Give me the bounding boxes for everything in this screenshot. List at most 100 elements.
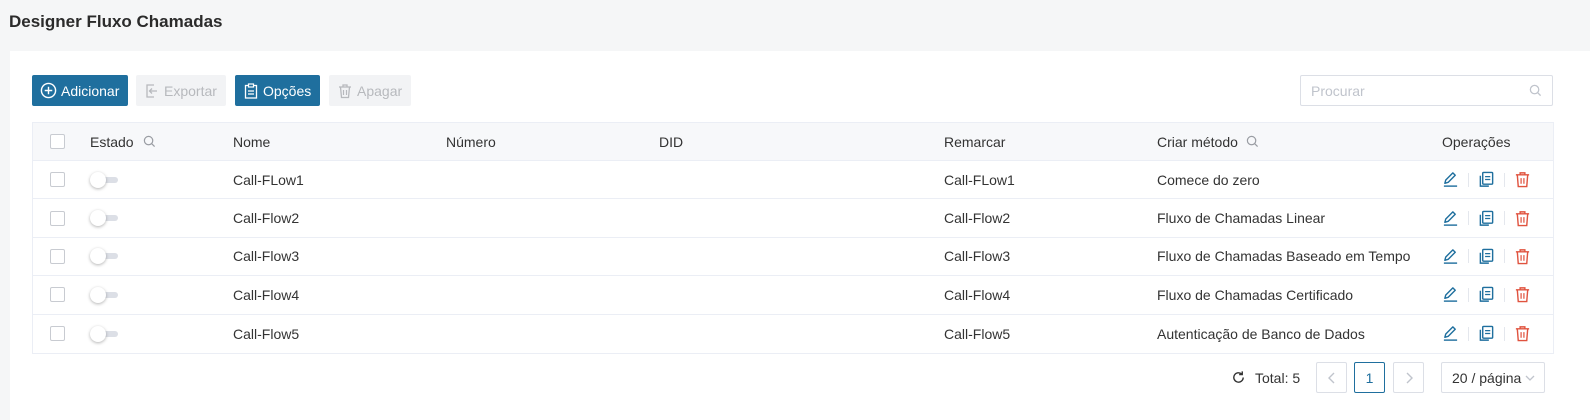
copy-icon bbox=[1479, 171, 1494, 188]
edit-button[interactable] bbox=[1442, 286, 1459, 303]
export-button-label: Exportar bbox=[164, 82, 217, 99]
table-row[interactable]: Call-FLow1 Call-FLow1 Comece do zero bbox=[33, 161, 1553, 200]
pencil-icon bbox=[1443, 210, 1458, 226]
column-header-number: Número bbox=[446, 133, 496, 150]
search-icon[interactable] bbox=[143, 135, 156, 148]
cell-name: Call-Flow3 bbox=[233, 248, 300, 265]
column-header-method: Criar método bbox=[1157, 133, 1238, 150]
edit-button[interactable] bbox=[1442, 171, 1459, 188]
cell-name: Call-Flow5 bbox=[233, 325, 300, 342]
search-icon[interactable] bbox=[1246, 135, 1259, 148]
search-input[interactable] bbox=[1311, 82, 1529, 99]
cell-method: Fluxo de Chamadas Certificado bbox=[1157, 286, 1354, 303]
row-checkbox[interactable] bbox=[50, 172, 65, 188]
trash-icon bbox=[1515, 326, 1530, 342]
cell-method: Comece do zero bbox=[1157, 171, 1260, 188]
row-checkbox[interactable] bbox=[50, 210, 65, 226]
add-button-label: Adicionar bbox=[61, 82, 120, 99]
column-header-name: Nome bbox=[233, 133, 271, 150]
options-button-label: Opções bbox=[263, 82, 312, 99]
table-row[interactable]: Call-Flow4 Call-Flow4 Fluxo de Chamadas … bbox=[33, 276, 1553, 315]
delete-button[interactable]: Apagar bbox=[329, 75, 412, 106]
table-row[interactable]: Call-Flow3 Call-Flow3 Fluxo de Chamadas … bbox=[33, 238, 1553, 277]
trash-icon bbox=[1515, 172, 1530, 188]
edit-button[interactable] bbox=[1442, 210, 1459, 227]
cell-method: Autenticação de Banco de Dados bbox=[1157, 325, 1365, 342]
pencil-icon bbox=[1443, 287, 1458, 303]
delete-button-label: Apagar bbox=[357, 82, 403, 99]
page-size-value: 20 / página bbox=[1452, 369, 1522, 386]
delete-row-button[interactable] bbox=[1514, 248, 1531, 265]
status-toggle[interactable] bbox=[90, 286, 120, 303]
row-checkbox[interactable] bbox=[50, 248, 65, 264]
pencil-icon bbox=[1443, 172, 1458, 188]
cell-name: Call-Flow4 bbox=[233, 286, 300, 303]
status-toggle[interactable] bbox=[90, 248, 120, 265]
delete-row-button[interactable] bbox=[1514, 171, 1531, 188]
copy-button[interactable] bbox=[1478, 286, 1495, 303]
cell-redial: Call-Flow5 bbox=[944, 325, 1011, 342]
call-flow-table: Estado Nome Número DID Remarcar Criar mé… bbox=[32, 122, 1554, 354]
cell-method: Fluxo de Chamadas Linear bbox=[1157, 210, 1326, 227]
prev-page-button[interactable] bbox=[1316, 362, 1347, 393]
next-page-button[interactable] bbox=[1393, 362, 1424, 393]
column-header-redial: Remarcar bbox=[944, 133, 1006, 150]
cell-redial: Call-Flow2 bbox=[944, 210, 1011, 227]
select-all-checkbox[interactable] bbox=[50, 134, 65, 149]
copy-icon bbox=[1479, 325, 1494, 342]
total-count: Total: 5 bbox=[1255, 369, 1301, 386]
row-checkbox[interactable] bbox=[50, 326, 65, 342]
pagination: Total: 5 bbox=[1231, 362, 1300, 393]
table-row[interactable]: Call-Flow5 Call-Flow5 Autenticação de Ba… bbox=[33, 315, 1553, 353]
copy-icon bbox=[1479, 248, 1494, 264]
trash-icon bbox=[339, 83, 351, 98]
delete-row-button[interactable] bbox=[1514, 210, 1531, 227]
status-toggle[interactable] bbox=[90, 171, 120, 188]
add-button[interactable]: Adicionar bbox=[32, 75, 129, 106]
pencil-icon bbox=[1443, 326, 1458, 342]
trash-icon bbox=[1515, 249, 1530, 265]
edit-button[interactable] bbox=[1442, 325, 1459, 342]
page-number-current[interactable]: 1 bbox=[1354, 362, 1385, 393]
copy-button[interactable] bbox=[1478, 248, 1495, 265]
cell-name: Call-Flow2 bbox=[233, 210, 300, 227]
search-icon[interactable] bbox=[1529, 84, 1542, 97]
delete-row-button[interactable] bbox=[1514, 286, 1531, 303]
status-toggle[interactable] bbox=[90, 325, 120, 342]
cell-redial: Call-Flow4 bbox=[944, 286, 1011, 303]
edit-button[interactable] bbox=[1442, 248, 1459, 265]
delete-row-button[interactable] bbox=[1514, 325, 1531, 342]
chevron-left-icon bbox=[1327, 372, 1334, 383]
page-title: Designer Fluxo Chamadas bbox=[9, 12, 223, 31]
column-header-operations: Operações bbox=[1442, 133, 1511, 150]
column-header-did: DID bbox=[659, 133, 684, 150]
search-box bbox=[1300, 75, 1553, 106]
page-size-select[interactable]: 20 / página bbox=[1441, 362, 1545, 393]
table-header: Estado Nome Número DID Remarcar Criar mé… bbox=[33, 123, 1553, 161]
chevron-down-icon bbox=[1525, 375, 1535, 381]
column-header-status: Estado bbox=[90, 133, 134, 150]
clipboard-icon bbox=[244, 82, 258, 99]
refresh-icon[interactable] bbox=[1231, 370, 1246, 385]
pencil-icon bbox=[1443, 249, 1458, 264]
copy-button[interactable] bbox=[1478, 210, 1495, 227]
status-toggle[interactable] bbox=[90, 210, 120, 227]
chevron-right-icon bbox=[1406, 372, 1413, 383]
copy-icon bbox=[1479, 210, 1494, 226]
trash-icon bbox=[1515, 287, 1530, 303]
cell-name: Call-FLow1 bbox=[233, 171, 304, 188]
cell-redial: Call-Flow3 bbox=[944, 248, 1011, 265]
plus-circle-icon bbox=[40, 82, 57, 99]
export-icon bbox=[146, 83, 157, 98]
cell-method: Fluxo de Chamadas Baseado em Tempo bbox=[1157, 248, 1411, 265]
table-row[interactable]: Call-Flow2 Call-Flow2 Fluxo de Chamadas … bbox=[33, 199, 1553, 238]
copy-icon bbox=[1479, 287, 1494, 303]
trash-icon bbox=[1515, 210, 1530, 226]
copy-button[interactable] bbox=[1478, 171, 1495, 188]
row-checkbox[interactable] bbox=[50, 287, 65, 303]
options-button[interactable]: Opções bbox=[235, 75, 321, 106]
copy-button[interactable] bbox=[1478, 325, 1495, 342]
cell-redial: Call-FLow1 bbox=[944, 171, 1015, 188]
export-button[interactable]: Exportar bbox=[136, 75, 226, 106]
main-panel: Adicionar Exportar Opções Apagar Estado … bbox=[10, 51, 1590, 420]
